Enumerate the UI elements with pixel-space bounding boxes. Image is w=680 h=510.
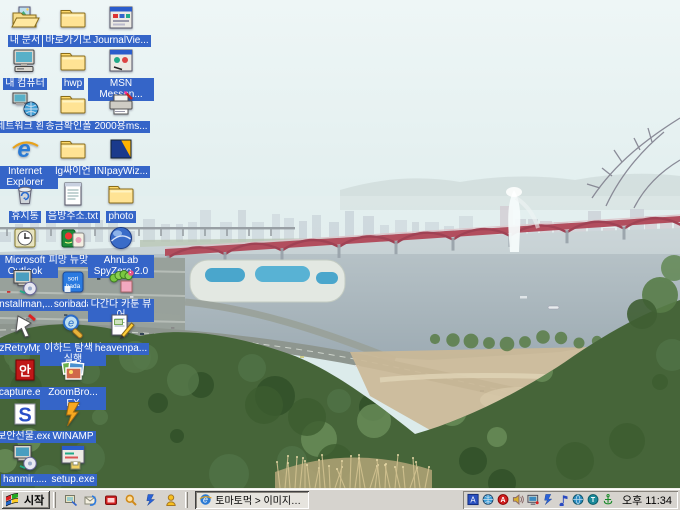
svg-text:e: e bbox=[17, 136, 30, 163]
desktop-icon-30[interactable]: setup.exe bbox=[40, 441, 106, 486]
quick-launch-bar bbox=[59, 491, 182, 508]
folder-icon bbox=[57, 45, 89, 77]
start-button[interactable]: 시작 bbox=[2, 491, 50, 509]
desktop-icon-28[interactable]: WINAMP bbox=[40, 398, 106, 443]
ahnlab-red-icon[interactable]: A bbox=[497, 493, 511, 507]
computer-icon bbox=[9, 45, 41, 77]
red-an-icon: 안 bbox=[9, 354, 41, 386]
network-globe-icon[interactable] bbox=[482, 493, 496, 507]
cartoon-icon bbox=[105, 266, 137, 298]
sphere-icon bbox=[105, 222, 137, 254]
game-icon bbox=[57, 222, 89, 254]
desktop-icon-label: lg싸이언 bbox=[53, 166, 92, 178]
tray-icons: AAT bbox=[467, 493, 616, 507]
svg-text:A: A bbox=[471, 495, 477, 504]
messenger-buddy-icon[interactable] bbox=[162, 491, 179, 508]
outlook-icon bbox=[9, 222, 41, 254]
photos-icon bbox=[57, 354, 89, 386]
textfile-icon bbox=[57, 178, 89, 210]
desktop-icon-label: INIpayWiz... bbox=[92, 166, 150, 178]
soribada-icon: soribada bbox=[57, 266, 89, 298]
taskbar: 시작 e 토마토먹 > 이미지방 1... A A T 오후 11:34 bbox=[0, 488, 680, 510]
windows-logo-icon bbox=[5, 493, 21, 507]
v3-bolt-icon[interactable] bbox=[142, 491, 159, 508]
recycle-icon bbox=[9, 178, 41, 210]
search-e-icon: e bbox=[57, 310, 89, 342]
inipay-icon bbox=[105, 133, 137, 165]
search-icon[interactable] bbox=[122, 491, 139, 508]
display-settings-icon[interactable] bbox=[527, 493, 541, 507]
msn-icon bbox=[105, 45, 137, 77]
anchor-icon[interactable] bbox=[602, 493, 616, 507]
installer-icon bbox=[9, 441, 41, 473]
taskbar-grip[interactable] bbox=[53, 492, 56, 508]
ime-indicator-icon[interactable]: A bbox=[467, 493, 481, 507]
taskbar-grip[interactable] bbox=[185, 492, 188, 508]
installer-icon bbox=[9, 266, 41, 298]
start-label: 시작 bbox=[24, 492, 44, 508]
svg-text:S: S bbox=[18, 405, 31, 427]
setup-icon bbox=[57, 441, 89, 473]
folder-icon bbox=[57, 133, 89, 165]
svg-text:T: T bbox=[591, 497, 596, 504]
outlook-express-icon[interactable] bbox=[82, 491, 99, 508]
desktop-icon-15[interactable]: photo bbox=[88, 178, 154, 223]
desktop-icon-9[interactable]: 2000용ms... bbox=[88, 88, 154, 133]
task-button-area: e 토마토먹 > 이미지방 1... bbox=[191, 491, 463, 509]
desktop-icon-label: 2000용ms... bbox=[92, 121, 149, 133]
printer-icon bbox=[105, 88, 137, 120]
volume-icon[interactable] bbox=[512, 493, 526, 507]
svg-text:sori: sori bbox=[68, 276, 78, 283]
folder-icon bbox=[57, 88, 89, 120]
svg-text:A: A bbox=[501, 497, 506, 504]
system-tray: A A T 오후 11:34 bbox=[463, 491, 678, 509]
desktop-icon-12[interactable]: INIpayWiz... bbox=[88, 133, 154, 178]
t-circle-icon[interactable]: T bbox=[587, 493, 601, 507]
internet-explorer-icon: e bbox=[199, 493, 212, 506]
folder-icon bbox=[57, 2, 89, 34]
show-desktop-icon[interactable] bbox=[62, 491, 79, 508]
blue-s-icon: S bbox=[9, 398, 41, 430]
winamp-icon bbox=[57, 398, 89, 430]
ie-icon: e bbox=[9, 133, 41, 165]
internet-globe-icon[interactable] bbox=[572, 493, 586, 507]
folder-image-icon bbox=[9, 2, 41, 34]
desktop-icon-24[interactable]: heavenpa... bbox=[88, 310, 154, 355]
task-button-label: 토마토먹 > 이미지방 1... bbox=[215, 492, 305, 507]
journal-icon bbox=[105, 2, 137, 34]
task-button-window[interactable]: e 토마토먹 > 이미지방 1... bbox=[195, 491, 309, 509]
music-note-icon[interactable] bbox=[557, 493, 571, 507]
doc-pencil-icon bbox=[105, 310, 137, 342]
svg-text:안: 안 bbox=[19, 364, 31, 379]
taskbar-clock[interactable]: 오후 11:34 bbox=[618, 492, 672, 508]
tv-icon[interactable] bbox=[102, 491, 119, 508]
network-icon bbox=[9, 88, 41, 120]
v3-bolt-icon[interactable] bbox=[542, 493, 556, 507]
desktop-icon-label: setup.exe bbox=[49, 474, 96, 486]
desktop-icon-3[interactable]: JournalVie... bbox=[88, 2, 154, 47]
tool-icon bbox=[9, 310, 41, 342]
folder-icon bbox=[105, 178, 137, 210]
desktop: 내 문서바로가기모음JournalVie...내 컴퓨터hwpMSN Messe… bbox=[0, 0, 680, 510]
svg-text:e: e bbox=[68, 318, 74, 330]
